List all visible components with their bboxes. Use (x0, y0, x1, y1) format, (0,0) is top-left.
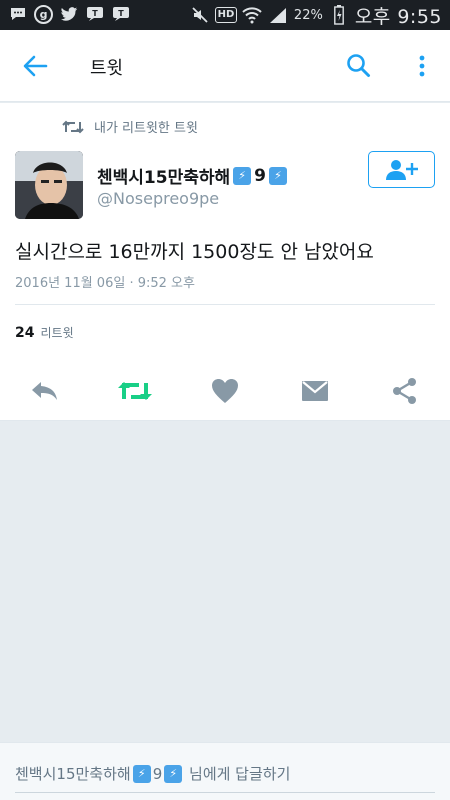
reply-bar: 첸백시15만축하해 ⚡ 9 ⚡ 님에게 답글하기 (0, 742, 450, 800)
display-name-text: 첸백시15만축하해 (97, 168, 231, 188)
hd-icon: HD (214, 5, 238, 25)
avatar[interactable] (15, 151, 83, 219)
tweet-actions (0, 373, 450, 409)
status-bar: g T T HD 22% 오후 9:55 (0, 0, 450, 30)
tweet-timestamp: 2016년 11월 06일 · 9:52 오후 (15, 276, 195, 291)
signal-icon (268, 5, 288, 25)
talk-icon: T (85, 4, 105, 24)
app-bar: 트윗 (0, 30, 450, 102)
direct-message-icon[interactable] (297, 373, 333, 409)
g-icon: g (34, 4, 53, 24)
reply-target-number: 9 (152, 764, 163, 783)
follow-button[interactable] (368, 151, 435, 188)
status-clock: 오후 9:55 (354, 5, 442, 28)
search-icon[interactable] (345, 52, 373, 80)
battery-icon (329, 5, 349, 25)
talk-icon: T (111, 4, 131, 24)
add-user-icon (385, 159, 418, 180)
retweet-context: 내가 리트윗한 트윗 (62, 117, 198, 136)
more-vert-icon[interactable] (412, 52, 432, 80)
message-icon (8, 4, 28, 24)
retweet-context-label: 내가 리트윗한 트윗 (94, 121, 198, 136)
lightning-emoji-icon: ⚡ (233, 166, 252, 185)
lightning-emoji-icon: ⚡ (132, 764, 151, 783)
replies-area (0, 422, 450, 742)
lightning-emoji-icon: ⚡ (268, 166, 287, 185)
reply-input[interactable]: 첸백시15만축하해 ⚡ 9 ⚡ 님에게 답글하기 (15, 763, 290, 784)
page-title: 트윗 (90, 58, 124, 79)
share-icon[interactable] (387, 373, 423, 409)
retweet-icon[interactable] (117, 373, 153, 409)
battery-percent: 22% (293, 7, 323, 23)
tweet-detail: 내가 리트윗한 트윗 첸백시15만축하해 ⚡ 9 ⚡ @Nosepreo9pe … (0, 103, 450, 421)
lightning-emoji-icon: ⚡ (164, 764, 183, 783)
retweet-count-label: 리트윗 (40, 326, 74, 340)
wifi-icon (242, 5, 262, 25)
svg-text:T: T (92, 9, 98, 18)
twitter-bird-icon (59, 4, 79, 24)
like-heart-icon[interactable] (207, 373, 243, 409)
mute-icon (190, 5, 210, 25)
reply-prompt-text: 님에게 답글하기 (184, 765, 291, 783)
divider (15, 304, 435, 305)
display-name-number: 9 (254, 165, 266, 186)
retweet-count: 24 (15, 325, 35, 341)
reply-icon[interactable] (27, 373, 63, 409)
tweet-text: 실시간으로 16만까지 1500장도 안 남았어요 (15, 241, 374, 263)
back-arrow-icon[interactable] (20, 52, 50, 80)
reply-target-name: 첸백시15만축하해 (15, 765, 131, 783)
display-name[interactable]: 첸백시15만축하해 ⚡ 9 ⚡ (97, 163, 287, 188)
user-handle[interactable]: @Nosepreo9pe (97, 189, 219, 208)
retweet-stats[interactable]: 24 리트윗 (15, 324, 74, 341)
reply-underline (15, 792, 435, 793)
retweet-small-icon (62, 120, 84, 133)
svg-text:T: T (118, 9, 124, 18)
